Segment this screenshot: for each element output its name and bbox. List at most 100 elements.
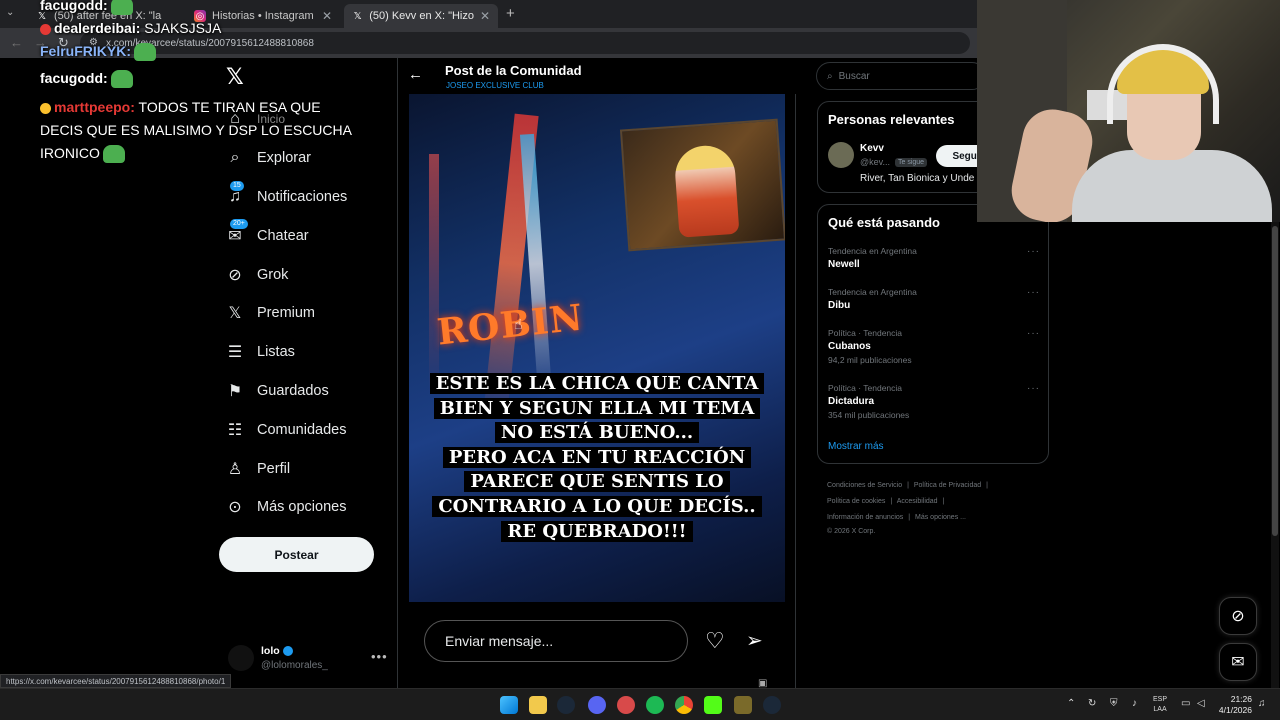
- windows-start-icon[interactable]: [500, 696, 518, 714]
- app-icon[interactable]: [734, 696, 752, 714]
- post-button[interactable]: Postear: [219, 537, 374, 572]
- footer-link[interactable]: Condiciones de Servicio: [827, 482, 902, 489]
- grok-icon[interactable]: ⊘: [1219, 597, 1257, 635]
- column-divider: [397, 58, 398, 688]
- pepe-emote-icon: [110, 0, 133, 16]
- webcam-inset-image: [619, 118, 785, 252]
- footer-link[interactable]: Accesibilidad: [897, 498, 938, 505]
- profile-handle: @lolomorales_: [261, 660, 328, 671]
- person-icon: ♙: [227, 460, 243, 478]
- card-title: Personas relevantes: [828, 112, 955, 127]
- back-arrow-icon[interactable]: ←: [408, 66, 423, 83]
- list-icon: ☰: [227, 344, 243, 362]
- status-url: https://x.com/kevarcee/status/2007915612…: [0, 674, 232, 688]
- search-input[interactable]: ⌕ Buscar: [816, 62, 986, 90]
- avatar[interactable]: [828, 142, 854, 168]
- back-icon[interactable]: ←: [10, 35, 23, 50]
- close-tab-icon[interactable]: ✕: [480, 9, 490, 23]
- chat-message: marttpeepo: TODOS TE TIRAN ESA QUE DECIS…: [40, 96, 360, 165]
- nav-item-chat[interactable]: ✉ 20+ Chatear: [226, 216, 347, 255]
- nav-item-bookmarks[interactable]: ⚑ Guardados: [226, 372, 347, 411]
- nav-item-profile[interactable]: ♙ Perfil: [226, 449, 347, 488]
- nav-item-grok[interactable]: ⊘ Grok: [226, 255, 347, 294]
- stream-chat-overlay: facugodd: dealerdeibai: SJAKSJSJA FelruF…: [40, 0, 360, 165]
- kick-icon[interactable]: [704, 696, 722, 714]
- footer-link[interactable]: Política de cookies: [827, 498, 885, 505]
- footer-links: Condiciones de Servicio | Política de Pr…: [827, 478, 1047, 538]
- community-name[interactable]: JOSEO EXCLUSIVE CLUB: [446, 81, 544, 90]
- file-explorer-icon[interactable]: [529, 696, 547, 714]
- hand-cursor-icon: ☝: [514, 316, 523, 332]
- story-media[interactable]: ROBIN ESTE ES LA CHICA QUE CANTA BIEN Y …: [409, 94, 785, 602]
- app-icon[interactable]: [617, 696, 635, 714]
- chevron-up-icon[interactable]: ⌃: [1067, 698, 1075, 709]
- search-icon: ⌕: [827, 70, 833, 82]
- microphone-icon[interactable]: ♪: [1132, 698, 1137, 709]
- more-circle-icon: ⊙: [228, 499, 242, 517]
- more-dots-icon[interactable]: •••: [371, 649, 388, 664]
- message-input[interactable]: Enviar mensaje...: [424, 620, 688, 662]
- profile-name: lolo: [261, 645, 280, 657]
- language-indicator[interactable]: ESP LAA: [1153, 695, 1167, 715]
- bookmark-icon: ⚑: [227, 382, 243, 400]
- shield-icon[interactable]: ⛨: [1110, 698, 1118, 709]
- streamer-webcam: [977, 0, 1280, 222]
- steam-icon[interactable]: [763, 696, 781, 714]
- notifications-bell-icon[interactable]: ♫: [1258, 698, 1266, 709]
- nav-item-premium[interactable]: 𝕏 Premium: [226, 294, 347, 333]
- tab-search-chevron-icon[interactable]: ⌄: [6, 7, 14, 18]
- system-clock[interactable]: 21:26 4/1/2026: [1216, 694, 1252, 716]
- pepe-emote-icon: [110, 70, 133, 89]
- show-more-link[interactable]: Mostrar más: [828, 441, 884, 452]
- more-dots-icon[interactable]: ···: [1027, 383, 1040, 394]
- mail-icon[interactable]: ✉: [1219, 643, 1257, 681]
- sync-icon[interactable]: ↻: [1088, 698, 1096, 709]
- nav-item-more-options[interactable]: ⊙ Más opciones: [226, 488, 347, 527]
- spotify-icon[interactable]: [646, 696, 664, 714]
- more-dots-icon[interactable]: ···: [1027, 328, 1040, 339]
- nav-item-communities[interactable]: ☷ Comunidades: [226, 410, 347, 449]
- chat-count-badge: 20+: [230, 219, 248, 230]
- trend-item[interactable]: Tendencia en Argentina Newell ···: [828, 246, 1040, 270]
- follows-you-badge: Te sigue: [894, 158, 928, 168]
- user-handle: @kev...: [860, 157, 890, 167]
- windows-taskbar: ⌃ ↻ ⛨ ♪ ESP LAA ▭ ◁ 21:26 4/1/2026 ♫: [0, 688, 1280, 720]
- steam-icon[interactable]: [557, 696, 575, 714]
- communities-icon: ☷: [227, 421, 243, 439]
- story-overlay-word: ROBIN: [435, 296, 586, 354]
- volume-icon[interactable]: ◁: [1197, 698, 1205, 709]
- copyright: © 2026 X Corp.: [827, 528, 876, 535]
- footer-link[interactable]: Información de anuncios: [827, 514, 903, 521]
- chrome-icon[interactable]: [675, 696, 693, 714]
- more-dots-icon[interactable]: ···: [1027, 246, 1040, 257]
- card-title: Qué está pasando: [828, 215, 940, 230]
- trend-item[interactable]: Política · Tendencia Dictadura 354 mil p…: [828, 383, 1040, 420]
- story-caption: ESTE ES LA CHICA QUE CANTA BIEN Y SEGUN …: [429, 372, 765, 544]
- chat-text: SJAKSJSJA: [140, 20, 222, 36]
- chat-message: FelruFRIKYK:: [40, 40, 360, 63]
- network-icon[interactable]: ▭: [1181, 698, 1190, 709]
- bell-icon: ♫: [229, 187, 241, 205]
- heart-icon[interactable]: ♡: [705, 628, 725, 654]
- trend-item[interactable]: Tendencia en Argentina Dibu ···: [828, 287, 1040, 311]
- footer-link[interactable]: Más opciones ...: [915, 514, 966, 521]
- account-switcher[interactable]: lolo @lolomorales_ •••: [228, 643, 388, 673]
- scrollbar-thumb[interactable]: [1272, 226, 1278, 536]
- user-name[interactable]: Kevv: [860, 143, 884, 154]
- pepe-emote-icon: [102, 145, 125, 164]
- x-icon: 𝕏: [228, 305, 242, 323]
- footer-link[interactable]: Política de Privacidad: [914, 482, 981, 489]
- browser-tab-3-active[interactable]: 𝕏 (50) Kevv en X: "Hizo una Matí ✕: [344, 4, 498, 28]
- nav-item-notifications[interactable]: ♫ 15 Notificaciones: [226, 178, 347, 217]
- verified-badge-icon: [282, 646, 293, 657]
- nav-item-lists[interactable]: ☰ Listas: [226, 333, 347, 372]
- new-tab-icon[interactable]: +: [506, 5, 515, 22]
- discord-icon[interactable]: [588, 696, 606, 714]
- chat-message: facugodd:: [40, 0, 360, 17]
- grok-icon: ⊘: [228, 266, 242, 284]
- page-title: Post de la Comunidad: [445, 63, 582, 78]
- trend-item[interactable]: Política · Tendencia Cubanos 94,2 mil pu…: [828, 328, 1040, 365]
- user-bio: River, Tan Bionica y Unde: [860, 173, 975, 184]
- more-dots-icon[interactable]: ···: [1027, 287, 1040, 298]
- send-icon[interactable]: ➢: [746, 628, 763, 653]
